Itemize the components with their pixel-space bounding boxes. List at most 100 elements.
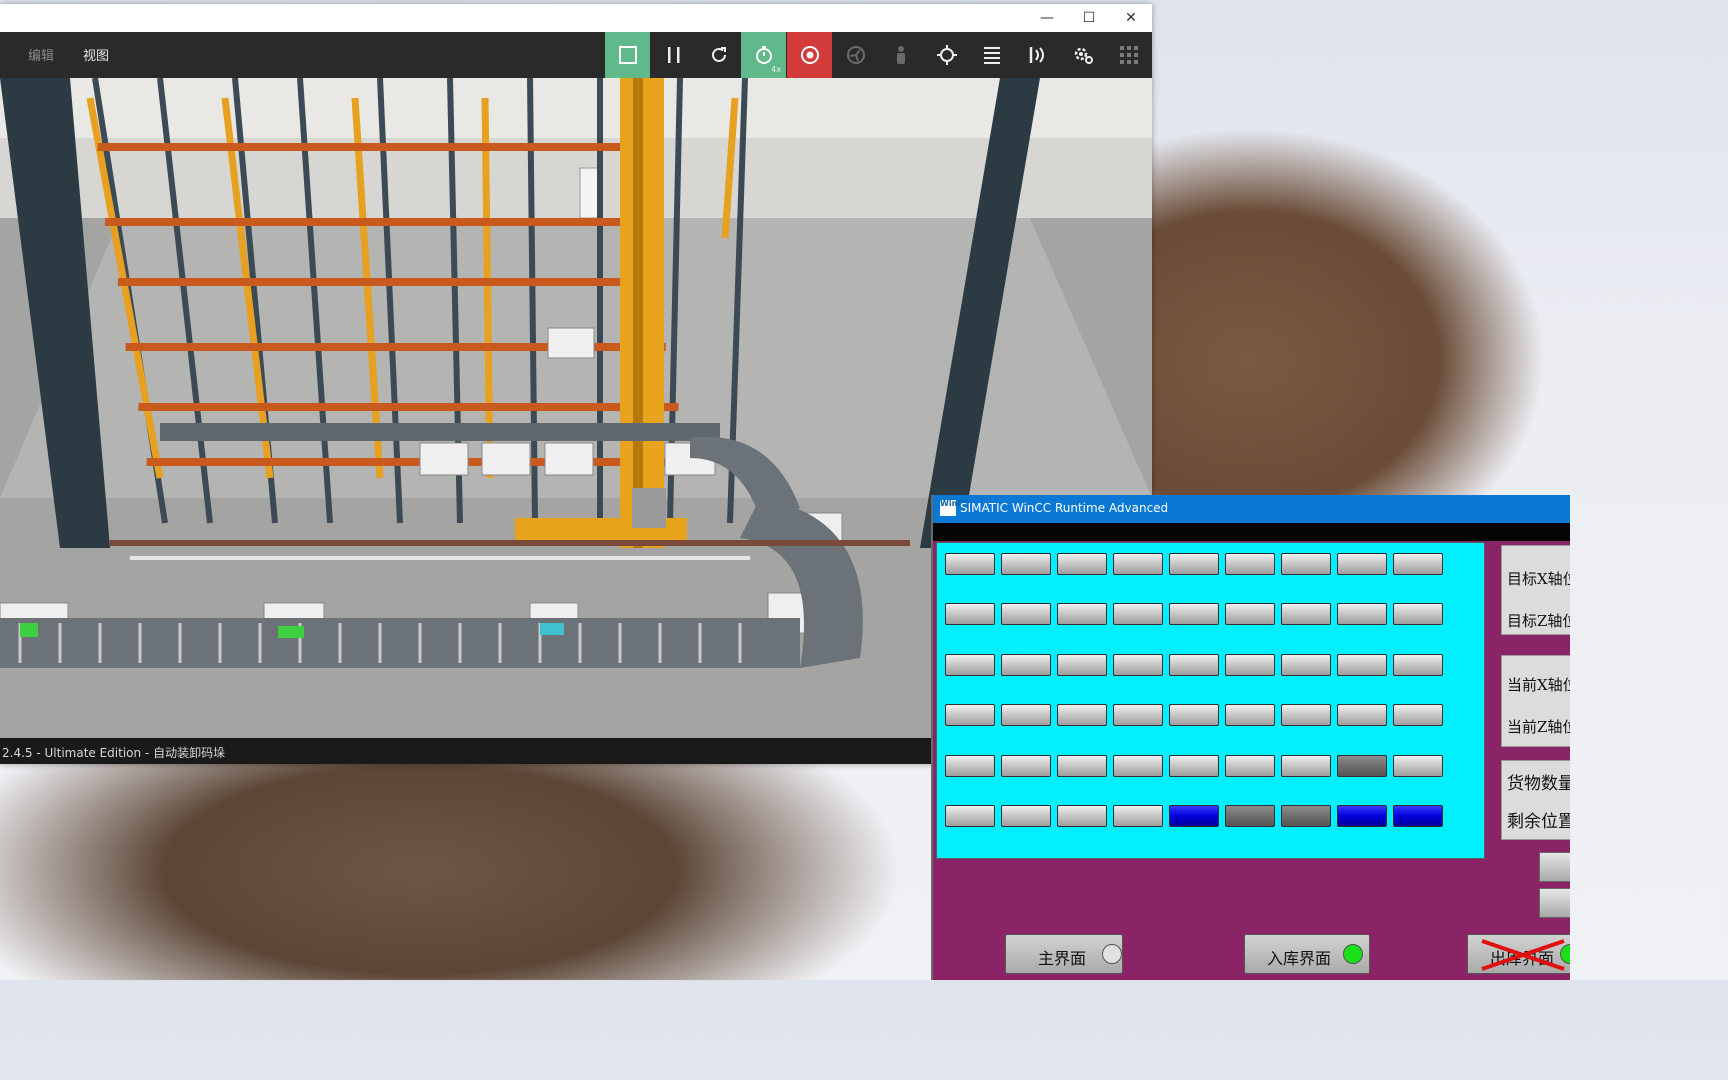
storage-slot-r5-c7[interactable] [1281, 755, 1331, 777]
reset-icon [711, 47, 726, 62]
person-icon [896, 46, 905, 64]
target-position-box: 目标X轴位 目标Z轴位 [1501, 545, 1570, 635]
inbound-screen-label: 入库界面 [1267, 949, 1332, 968]
action-button-2[interactable] [1539, 888, 1570, 918]
storage-slot-r4-c8[interactable] [1337, 704, 1387, 726]
person-button[interactable] [878, 32, 923, 78]
outbound-screen-button[interactable]: 出库界面 [1467, 934, 1570, 974]
storage-slot-r6-c5[interactable] [1169, 805, 1219, 827]
storage-slot-r2-c8[interactable] [1337, 603, 1387, 625]
maximize-button[interactable]: ☐ [1068, 4, 1110, 32]
wincc-header-bar [933, 523, 1570, 541]
apps-grid-button[interactable] [1106, 32, 1151, 78]
storage-slot-r2-c7[interactable] [1281, 603, 1331, 625]
stop-icon [618, 46, 637, 64]
storage-slot-r6-c7[interactable] [1281, 805, 1331, 827]
storage-slot-r3-c2[interactable] [1001, 654, 1051, 676]
storage-slot-r1-c5[interactable] [1169, 553, 1219, 575]
storage-slot-r5-c3[interactable] [1057, 755, 1107, 777]
storage-slot-r6-c9[interactable] [1393, 805, 1443, 827]
target-icon [936, 45, 957, 65]
action-button-1[interactable] [1539, 852, 1570, 882]
storage-slot-r3-c1[interactable] [945, 654, 995, 676]
record-button[interactable] [787, 32, 832, 78]
storage-slot-r3-c6[interactable] [1225, 654, 1275, 676]
target-z-label: 目标Z轴位 [1507, 612, 1570, 630]
storage-slot-r6-c2[interactable] [1001, 805, 1051, 827]
inbound-screen-button[interactable]: 入库界面 [1244, 934, 1370, 974]
storage-slot-r4-c4[interactable] [1113, 704, 1163, 726]
storage-slot-r5-c8[interactable] [1337, 755, 1387, 777]
storage-slot-r2-c9[interactable] [1393, 603, 1443, 625]
pause-icon [667, 47, 679, 63]
minimize-button[interactable]: — [1026, 4, 1068, 32]
storage-slot-r5-c6[interactable] [1225, 755, 1275, 777]
menu-edit[interactable]: 编辑 [28, 45, 54, 64]
close-button[interactable]: ✕ [1110, 4, 1152, 32]
storage-slot-r3-c7[interactable] [1281, 654, 1331, 676]
status-text: 2.4.5 - Ultimate Edition - 自动装卸码垛 [2, 746, 226, 760]
storage-slot-r5-c1[interactable] [945, 755, 995, 777]
target-button[interactable] [924, 32, 969, 78]
storage-slot-r1-c9[interactable] [1393, 553, 1443, 575]
storage-slot-r2-c5[interactable] [1169, 603, 1219, 625]
simulator-toolbar: 编辑 视图 4x [0, 32, 1152, 78]
storage-slot-r6-c6[interactable] [1225, 805, 1275, 827]
pause-button[interactable] [651, 32, 696, 78]
storage-slot-r2-c3[interactable] [1057, 603, 1107, 625]
fan-button[interactable] [833, 32, 878, 78]
storage-slot-r5-c9[interactable] [1393, 755, 1443, 777]
storage-slot-r3-c8[interactable] [1337, 654, 1387, 676]
storage-slot-r4-c6[interactable] [1225, 704, 1275, 726]
wincc-runtime-window: WinCC SIMATIC WinCC Runtime Advanced 目标X… [931, 495, 1570, 980]
speed-button[interactable]: 4x [741, 32, 786, 78]
cargo-stats-box: 货物数量 剩余位置 [1501, 760, 1570, 840]
storage-slot-r6-c4[interactable] [1113, 805, 1163, 827]
settings-icon [1074, 47, 1093, 64]
storage-slot-r4-c1[interactable] [945, 704, 995, 726]
storage-slot-r1-c3[interactable] [1057, 553, 1107, 575]
storage-slot-r1-c7[interactable] [1281, 553, 1331, 575]
storage-slot-r5-c2[interactable] [1001, 755, 1051, 777]
storage-slot-r4-c7[interactable] [1281, 704, 1331, 726]
sensor-button[interactable] [1015, 32, 1060, 78]
storage-slot-r2-c2[interactable] [1001, 603, 1051, 625]
speed-timer-icon [755, 46, 772, 64]
storage-slot-r1-c4[interactable] [1113, 553, 1163, 575]
list-button[interactable] [969, 32, 1014, 78]
storage-slot-r3-c9[interactable] [1393, 654, 1443, 676]
main-screen-button[interactable]: 主界面 [1005, 934, 1123, 974]
current-z-label: 当前Z轴位 [1507, 718, 1570, 736]
storage-slot-r6-c8[interactable] [1337, 805, 1387, 827]
storage-slot-r5-c4[interactable] [1113, 755, 1163, 777]
stop-button[interactable] [605, 32, 650, 78]
main-indicator-icon [1102, 944, 1122, 964]
storage-slot-r1-c6[interactable] [1225, 553, 1275, 575]
storage-slot-r3-c5[interactable] [1169, 654, 1219, 676]
reset-button[interactable] [696, 32, 741, 78]
menu-view[interactable]: 视图 [83, 45, 109, 64]
storage-slot-r4-c5[interactable] [1169, 704, 1219, 726]
storage-slot-r4-c9[interactable] [1393, 704, 1443, 726]
storage-slot-r4-c3[interactable] [1057, 704, 1107, 726]
speed-badge: 4x [771, 65, 781, 74]
storage-slot-r2-c6[interactable] [1225, 603, 1275, 625]
storage-slot-r3-c4[interactable] [1113, 654, 1163, 676]
storage-slot-r6-c3[interactable] [1057, 805, 1107, 827]
storage-slot-r1-c2[interactable] [1001, 553, 1051, 575]
storage-slot-r3-c3[interactable] [1057, 654, 1107, 676]
remaining-label: 剩余位置 [1507, 812, 1570, 832]
wincc-logo-icon: WinCC [940, 500, 969, 516]
storage-slot-r4-c2[interactable] [1001, 704, 1051, 726]
storage-slot-r1-c8[interactable] [1337, 553, 1387, 575]
storage-slot-r6-c1[interactable] [945, 805, 995, 827]
storage-slot-r5-c5[interactable] [1169, 755, 1219, 777]
storage-slot-r1-c1[interactable] [945, 553, 995, 575]
settings-button[interactable] [1060, 32, 1105, 78]
wincc-titlebar: WinCC SIMATIC WinCC Runtime Advanced [933, 495, 1570, 523]
current-position-box: 当前X轴位 当前Z轴位 [1501, 655, 1570, 747]
target-x-label: 目标X轴位 [1507, 570, 1570, 588]
storage-slot-r2-c1[interactable] [945, 603, 995, 625]
storage-slot-r2-c4[interactable] [1113, 603, 1163, 625]
grid-icon [1119, 46, 1138, 64]
